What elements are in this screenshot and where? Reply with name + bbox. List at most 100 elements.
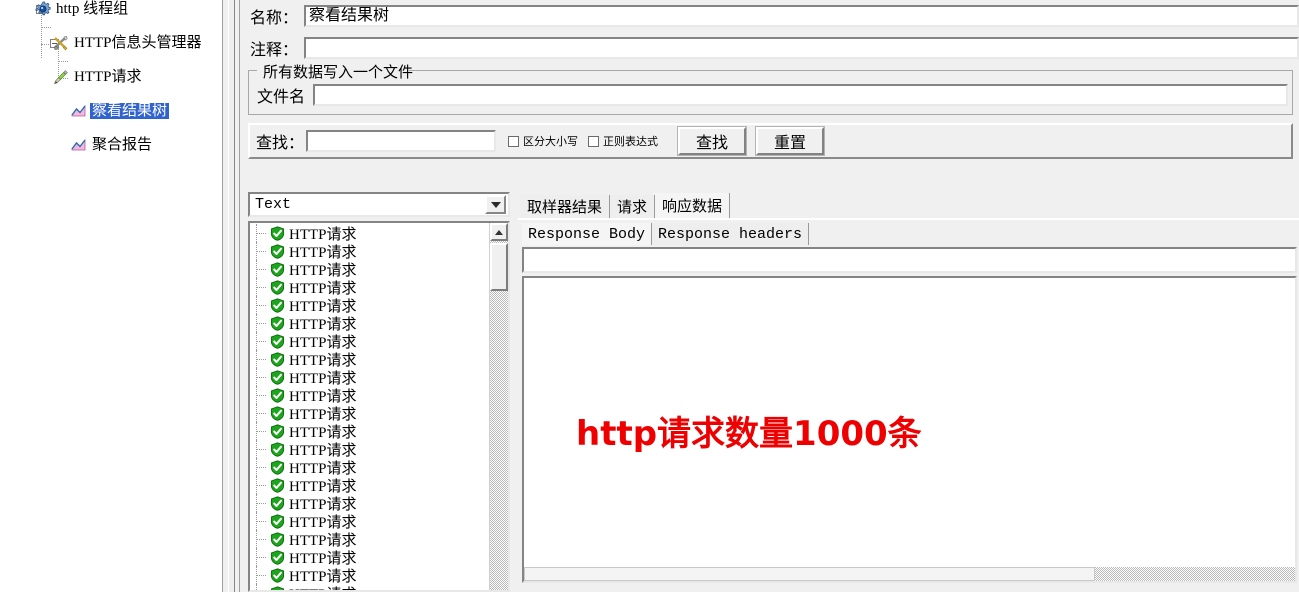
scroll-up-button[interactable]	[490, 223, 508, 241]
list-item[interactable]: HTTP请求	[250, 530, 489, 549]
list-item[interactable]: HTTP请求	[250, 368, 489, 387]
name-input[interactable]: 察看结果树	[304, 5, 1299, 27]
jmeter-window: − − http 线程组	[0, 0, 1299, 592]
success-shield-icon	[270, 297, 285, 313]
view-results-tree-icon	[70, 103, 88, 119]
write-all-data-groupbox: 所有数据写入一个文件 文件名	[248, 61, 1293, 115]
success-shield-icon	[270, 477, 285, 493]
checkbox-box[interactable]	[508, 135, 519, 147]
results-area: Text HTTP请求 HTTP请求 HTTP请求 HTTP请求 HTTP请求 HTTP请…	[248, 192, 1299, 592]
thread-group-icon	[34, 1, 52, 17]
chevron-down-icon[interactable]	[485, 195, 506, 214]
list-item[interactable]: HTTP请求	[250, 494, 489, 513]
list-item[interactable]: HTTP请求	[250, 440, 489, 459]
tree-branch-line	[256, 566, 266, 584]
response-horizontal-scrollbar[interactable]	[524, 567, 1295, 581]
tree-node-thread-group[interactable]: http 线程组	[0, 0, 222, 17]
sampler-results-list[interactable]: HTTP请求 HTTP请求 HTTP请求 HTTP请求 HTTP请求 HTTP请求 HTTP…	[248, 221, 510, 592]
list-vertical-scrollbar[interactable]	[489, 223, 508, 590]
groupbox-top-border	[409, 70, 1292, 71]
search-button[interactable]: 查找	[677, 126, 747, 156]
success-shield-icon	[270, 459, 285, 475]
list-item[interactable]: HTTP请求	[250, 566, 489, 585]
success-shield-icon	[270, 567, 285, 583]
tab-2[interactable]: 响应数据	[655, 193, 731, 218]
aggregate-report-icon	[70, 137, 88, 153]
tab-0[interactable]: 取样器结果	[520, 195, 611, 218]
list-item[interactable]: HTTP请求	[250, 422, 489, 441]
search-input[interactable]	[306, 130, 496, 152]
reset-button-label: 重置	[773, 135, 806, 152]
tree-branch-line	[256, 260, 266, 278]
tree-node-header-manager[interactable]: HTTP信息头管理器	[0, 34, 222, 51]
tree-node-label: 聚合报告	[92, 136, 153, 153]
tree-branch-line	[58, 61, 68, 62]
tree-branch-line	[256, 368, 266, 386]
comment-input[interactable]	[304, 37, 1299, 59]
subtab-label: Response headers	[658, 225, 803, 243]
list-item[interactable]: HTTP请求	[250, 260, 489, 279]
reset-button[interactable]: 重置	[755, 126, 825, 156]
success-shield-icon	[270, 315, 285, 331]
case-sensitive-label: 区分大小写	[523, 136, 578, 148]
subtab-0[interactable]: Response Body	[522, 223, 653, 245]
tree-node-http-request[interactable]: HTTP请求	[0, 68, 222, 85]
tab-1[interactable]: 请求	[610, 195, 656, 218]
subtab-1[interactable]: Response headers	[652, 223, 810, 245]
list-item[interactable]: HTTP请求	[250, 350, 489, 369]
tree-node-label: HTTP请求	[74, 68, 142, 85]
checkbox-box[interactable]	[588, 135, 599, 147]
regex-checkbox[interactable]: 正则表达式	[588, 133, 658, 149]
filename-input[interactable]	[313, 84, 1288, 106]
scroll-thumb[interactable]	[490, 243, 508, 291]
splitter-handle[interactable]	[228, 0, 235, 592]
render-type-combobox[interactable]: Text	[248, 192, 510, 217]
list-item[interactable]: HTTP请求	[250, 332, 489, 351]
comment-label: 注释：	[250, 42, 299, 59]
success-shield-icon	[270, 261, 285, 277]
response-search-field[interactable]	[522, 247, 1297, 273]
panel-splitter[interactable]	[222, 0, 240, 592]
regex-label: 正则表达式	[603, 136, 658, 148]
list-item[interactable]: HTTP请求	[250, 386, 489, 405]
list-item[interactable]: HTTP请求	[250, 296, 489, 315]
result-detail-tabs-panel: 取样器结果 请求 响应数据 Response Body Response header…	[518, 192, 1299, 592]
search-button-label: 查找	[695, 135, 728, 152]
name-row: 名称： 察看结果树	[240, 0, 1299, 32]
tree-branch-line	[256, 512, 266, 530]
tree-branch-line	[256, 476, 266, 494]
tree-branch-line	[256, 332, 266, 350]
response-subtabs[interactable]: Response Body Response headers	[518, 220, 1299, 245]
response-body-view[interactable]: http请求数量1000条	[522, 276, 1297, 583]
success-shield-icon	[270, 333, 285, 349]
tree-branch-line	[256, 350, 266, 368]
success-shield-icon	[270, 441, 285, 457]
success-shield-icon	[270, 243, 285, 259]
list-item[interactable]: HTTP请求	[250, 548, 489, 567]
list-item[interactable]: HTTP请求	[250, 512, 489, 531]
list-item[interactable]: HTTP请求	[250, 404, 489, 423]
list-item[interactable]: HTTP请求	[250, 584, 489, 590]
test-plan-tree[interactable]: − − http 线程组	[0, 0, 222, 592]
success-shield-icon	[270, 423, 285, 439]
sampler-list-items[interactable]: HTTP请求 HTTP请求 HTTP请求 HTTP请求 HTTP请求 HTTP请求 HTTP…	[250, 223, 489, 590]
list-item[interactable]: HTTP请求	[250, 314, 489, 333]
result-tabs[interactable]: 取样器结果 请求 响应数据	[518, 192, 1299, 218]
case-sensitive-checkbox[interactable]: 区分大小写	[508, 133, 578, 149]
tree-branch-line	[256, 404, 266, 422]
tree-node-view-results-tree[interactable]: 察看结果树	[0, 102, 222, 119]
search-label: 查找：	[256, 135, 305, 152]
list-item[interactable]: HTTP请求	[250, 458, 489, 477]
list-item[interactable]: HTTP请求	[250, 278, 489, 297]
tree-node-aggregate-report[interactable]: 聚合报告	[0, 136, 222, 153]
success-shield-icon	[270, 531, 285, 547]
search-bar: 查找： 区分大小写 正则表达式 查找 重置	[248, 123, 1293, 159]
tree-branch-line	[256, 494, 266, 512]
groupbox-title: 所有数据写入一个文件	[259, 61, 418, 82]
tree-branch-line	[256, 440, 266, 458]
list-item[interactable]: HTTP请求	[250, 242, 489, 261]
list-item[interactable]: HTTP请求	[250, 476, 489, 495]
hscroll-thumb[interactable]	[524, 567, 1095, 581]
list-item[interactable]: HTTP请求	[250, 224, 489, 243]
tree-branch-line	[256, 584, 266, 590]
